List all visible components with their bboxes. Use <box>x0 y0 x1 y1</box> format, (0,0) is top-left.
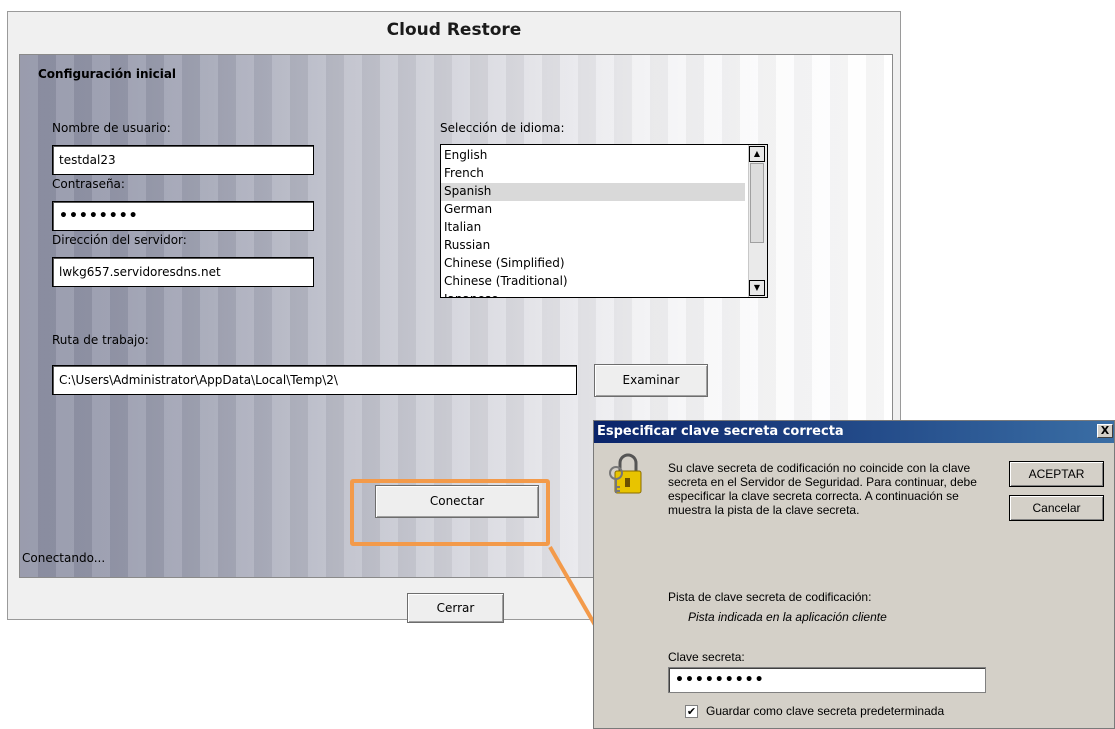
language-option[interactable]: Chinese (Simplified) <box>441 255 745 273</box>
server-label: Dirección del servidor: <box>52 233 187 247</box>
workpath-field[interactable]: C:\Users\Administrator\AppData\Local\Tem… <box>52 365 577 395</box>
secret-key-dialog: Especificar clave secreta correcta X Su … <box>593 420 1115 729</box>
language-scrollbar[interactable]: ▲ ▼ <box>748 145 767 297</box>
browse-button[interactable]: Examinar <box>594 364 708 397</box>
server-field[interactable]: lwkg657.servidoresdns.net <box>52 257 314 287</box>
password-label: Contraseña: <box>52 177 125 191</box>
workpath-label: Ruta de trabajo: <box>52 333 149 347</box>
connect-highlight-box <box>350 479 550 546</box>
scroll-down-button[interactable]: ▼ <box>749 280 765 296</box>
language-option[interactable]: Chinese (Traditional) <box>441 273 745 291</box>
language-option[interactable]: Russian <box>441 237 745 255</box>
lock-keys-icon <box>609 453 642 494</box>
language-label: Selección de idioma: <box>440 121 565 135</box>
hint-value: Pista indicada en la aplicación cliente <box>688 610 887 624</box>
remember-checkbox[interactable]: ✔ <box>685 705 698 718</box>
window-title: Cloud Restore <box>386 20 522 40</box>
language-listbox[interactable]: English French Spanish German Italian Russian… <box>440 144 768 298</box>
language-option[interactable]: Italian <box>441 219 745 237</box>
language-option[interactable]: German <box>441 201 745 219</box>
accept-button[interactable]: ACEPTAR <box>1009 461 1104 487</box>
close-button[interactable]: Cerrar <box>407 593 504 623</box>
hint-label: Pista de clave secreta de codificación: <box>668 590 872 604</box>
cancel-button[interactable]: Cancelar <box>1009 495 1104 521</box>
password-field[interactable]: •••••••• <box>52 201 314 231</box>
scroll-up-button[interactable]: ▲ <box>749 146 765 162</box>
language-option[interactable]: Spanish <box>441 183 745 201</box>
username-field[interactable]: testdal23 <box>52 145 314 175</box>
status-text: Conectando... <box>22 551 106 565</box>
close-icon[interactable]: X <box>1097 424 1113 438</box>
secret-label: Clave secreta: <box>668 650 745 664</box>
username-label: Nombre de usuario: <box>52 121 171 135</box>
language-option[interactable]: English <box>441 147 745 165</box>
dialog-message: Su clave secreta de codificación no coin… <box>668 461 977 517</box>
secret-field[interactable]: ••••••••• <box>668 667 986 693</box>
scroll-thumb[interactable] <box>750 163 764 243</box>
language-list: English French Spanish German Italian Russian… <box>441 147 745 297</box>
language-option[interactable]: Japanese <box>441 291 745 297</box>
language-option[interactable]: French <box>441 165 745 183</box>
section-title: Configuración inicial <box>38 67 177 81</box>
remember-label: Guardar como clave secreta predeterminad… <box>706 704 945 718</box>
dialog-title: Especificar clave secreta correcta <box>594 421 1114 443</box>
